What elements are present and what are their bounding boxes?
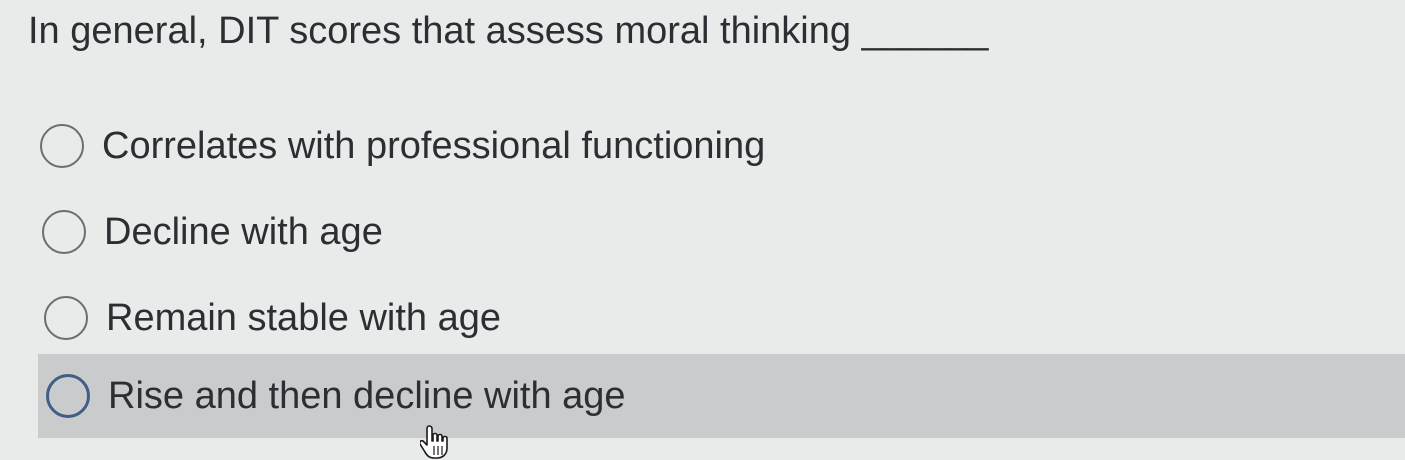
option-correlates[interactable]: Correlates with professional functioning xyxy=(38,118,765,174)
radio-button[interactable] xyxy=(44,296,88,340)
radio-button[interactable] xyxy=(42,210,86,254)
option-label: Remain stable with age xyxy=(106,296,501,339)
radio-button[interactable] xyxy=(46,374,90,418)
option-remain-stable[interactable]: Remain stable with age xyxy=(42,290,501,346)
question-text: In general, DIT scores that assess moral… xyxy=(28,10,989,52)
option-label: Decline with age xyxy=(104,210,383,253)
option-label: Correlates with professional functioning xyxy=(102,124,766,167)
option-label: Rise and then decline with age xyxy=(108,374,626,417)
radio-button[interactable] xyxy=(40,124,84,168)
option-decline[interactable]: Decline with age xyxy=(40,204,383,260)
option-rise-then-decline[interactable]: Rise and then decline with age xyxy=(38,354,1405,438)
hand-pointer-icon xyxy=(420,425,448,459)
